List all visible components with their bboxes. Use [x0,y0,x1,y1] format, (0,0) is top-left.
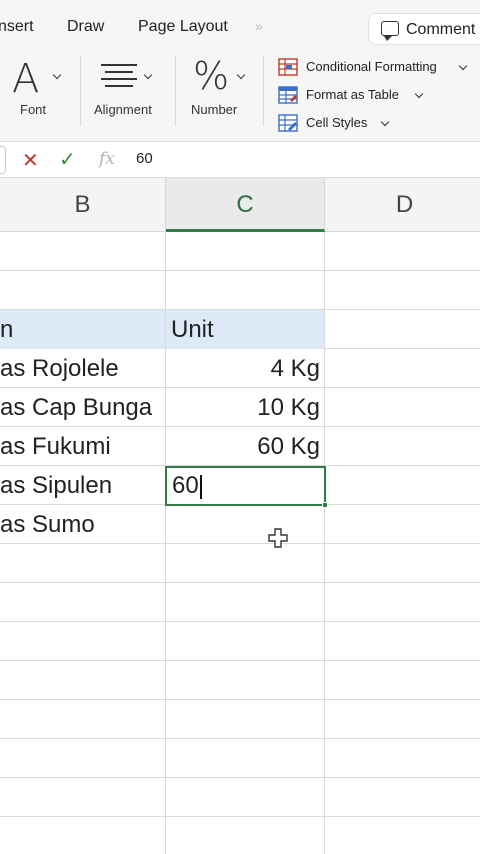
worksheet-grid[interactable]: n Unit as Rojolele 4 Kg as Cap Bunga 10 … [0,232,480,854]
ribbon-divider [263,56,264,126]
alignment-group[interactable]: Alignment [81,52,175,142]
cell-c-row3[interactable]: 60 Kg [166,427,324,466]
tab-draw[interactable]: Draw [67,18,104,36]
conditional-formatting-label: Conditional Formatting [306,59,437,74]
ribbon: A Font Alignment % Number Conditional Fo… [0,52,480,142]
gridline [0,738,480,739]
conditional-formatting-chevron-icon [458,61,468,71]
column-header-d[interactable]: D [325,178,480,232]
number-label: Number [191,102,238,117]
format-as-table-label: Format as Table [306,87,399,102]
font-icon: A [12,56,40,102]
enter-entry-icon[interactable]: ✓ [59,147,76,172]
percent-icon: % [193,54,230,98]
cell-c-row1[interactable]: 4 Kg [166,349,324,388]
number-dropdown-chevron-icon [236,70,246,80]
conditional-formatting-button[interactable]: Conditional Formatting [278,56,474,78]
cell-c-row5[interactable] [166,505,324,544]
column-header-b[interactable]: B [0,178,166,232]
cell-styles-button[interactable]: Cell Styles [278,112,393,134]
column-header-row: B C D [0,178,480,232]
comments-button-label: Comment [406,21,476,38]
font-group[interactable]: A Font [0,52,80,142]
gridline [0,777,480,778]
number-group[interactable]: % Number [176,52,262,142]
formula-bar: ✕ ✓ fx 60 [0,142,480,178]
format-as-table-button[interactable]: Format as Table [278,84,428,106]
cell-c-header[interactable]: Unit [166,310,324,349]
comments-button[interactable]: Comment [368,13,480,45]
gridline [324,232,325,854]
gridline [0,816,480,817]
alignment-icon [101,64,137,88]
tab-insert[interactable]: nsert [0,18,34,36]
cell-b-header[interactable]: n [0,310,165,349]
conditional-formatting-icon [278,58,298,76]
cell-styles-label: Cell Styles [306,115,368,130]
cell-styles-chevron-icon [380,117,390,127]
cell-styles-icon [278,114,298,132]
format-as-table-chevron-icon [414,89,424,99]
fill-handle[interactable] [322,502,328,508]
text-caret [200,475,202,499]
more-tabs-chevron-icon[interactable]: » [255,18,263,34]
formula-input[interactable]: 60 [136,150,153,167]
alignment-label: Alignment [94,102,152,117]
insert-function-icon[interactable]: fx [99,149,115,169]
cancel-entry-icon[interactable]: ✕ [22,148,39,173]
cell-b-row1[interactable]: as Rojolele [0,349,165,388]
alignment-dropdown-chevron-icon [143,70,153,80]
cell-b-row3[interactable]: as Fukumi [0,427,165,466]
gridline [0,699,480,700]
cell-b-row5[interactable]: as Sumo [0,505,165,544]
format-as-table-icon [278,86,298,104]
ribbon-tab-bar: nsert Draw Page Layout » Comment [0,0,480,52]
gridline [0,270,480,271]
cell-c-row2[interactable]: 10 Kg [166,388,324,427]
tab-page-layout[interactable]: Page Layout [138,18,228,36]
font-dropdown-chevron-icon [52,70,62,80]
column-header-c[interactable]: C [166,178,325,232]
cell-b-row2[interactable]: as Cap Bunga [0,388,165,427]
cell-edit-text: 60 [172,472,199,499]
gridline [0,621,480,622]
gridline [0,660,480,661]
cell-select-cursor-icon [268,528,288,548]
gridline [0,582,480,583]
cell-b-row4[interactable]: as Sipulen [0,466,165,505]
font-label: Font [20,102,47,117]
active-cell-editor[interactable]: 60 [165,466,328,508]
name-box[interactable] [0,146,6,174]
comment-icon [381,21,399,41]
